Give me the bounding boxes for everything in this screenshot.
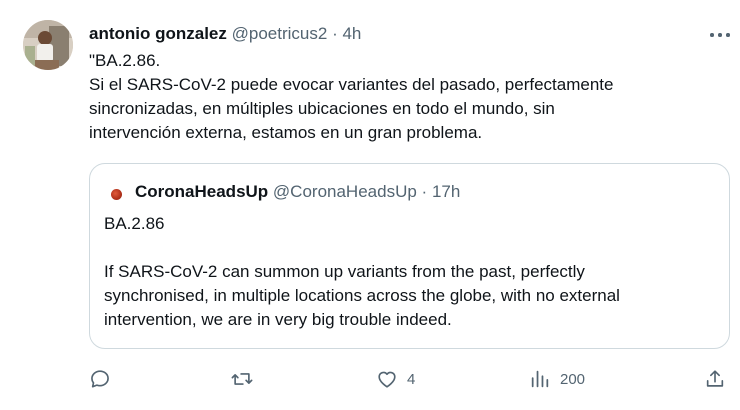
tweet-time[interactable]: 4h [342, 24, 361, 43]
quoted-author-name[interactable]: CoronaHeadsUp [135, 182, 268, 201]
reply-icon [91, 370, 109, 388]
like-button[interactable]: 4 [376, 365, 415, 393]
views-button[interactable]: 200 [529, 365, 585, 393]
quoted-author-handle[interactable]: @CoronaHeadsUp [273, 182, 417, 201]
views-count: 200 [560, 370, 586, 388]
more-dot-icon [710, 33, 714, 37]
quoted-text-blank-line [104, 236, 620, 260]
reply-button[interactable] [89, 365, 120, 393]
tweet-text: "BA.2.86. Si el SARS-CoV-2 puede evocar … [89, 49, 729, 145]
tweet-header: antonio gonzalez @poetricus2 · 4h [89, 23, 361, 45]
quoted-tweet-text: BA.2.86 If SARS-CoV-2 can summon up vari… [104, 212, 620, 332]
quoted-text-line: If SARS-CoV-2 can summon up variants fro… [104, 262, 585, 281]
share-icon [706, 370, 724, 387]
author-name[interactable]: antonio gonzalez [89, 24, 227, 43]
time-separator: · [332, 24, 338, 43]
quoted-tweet-time[interactable]: 17h [432, 182, 460, 201]
quoted-text-line: synchronised, in multiple locations acro… [104, 286, 620, 305]
quoted-text-line: BA.2.86 [104, 214, 165, 233]
tweet-text-line: Si el SARS-CoV-2 puede evocar variantes … [89, 75, 614, 94]
quoted-text-line: intervention, we are in very big trouble… [104, 310, 452, 329]
retweet-icon [231, 373, 253, 385]
views-icon [531, 370, 549, 388]
avatar-photo [23, 20, 73, 70]
share-button[interactable] [704, 365, 735, 393]
author-handle[interactable]: @poetricus2 [232, 24, 328, 43]
like-count: 4 [407, 370, 416, 388]
more-options-button[interactable] [708, 26, 732, 42]
quoted-time-separator: · [421, 182, 428, 201]
more-dot-icon [726, 33, 730, 37]
author-avatar[interactable] [23, 20, 73, 70]
quoted-author-avatar[interactable] [111, 189, 122, 200]
tweet-text-line: sincronizadas, en múltiples ubicaciones … [89, 99, 555, 118]
quoted-tweet-card[interactable]: CoronaHeadsUp @CoronaHeadsUp · 17h BA.2.… [89, 163, 730, 349]
tweet-text-line: "BA.2.86. [89, 51, 161, 70]
heart-icon [378, 371, 396, 388]
tweet-action-bar: 4 200 [0, 363, 740, 395]
tweet-text-line: intervención externa, estamos en un gran… [89, 123, 483, 142]
quoted-tweet-header: CoronaHeadsUp @CoronaHeadsUp · 17h [135, 181, 460, 203]
more-dot-icon [718, 33, 722, 37]
retweet-button[interactable] [231, 365, 262, 393]
